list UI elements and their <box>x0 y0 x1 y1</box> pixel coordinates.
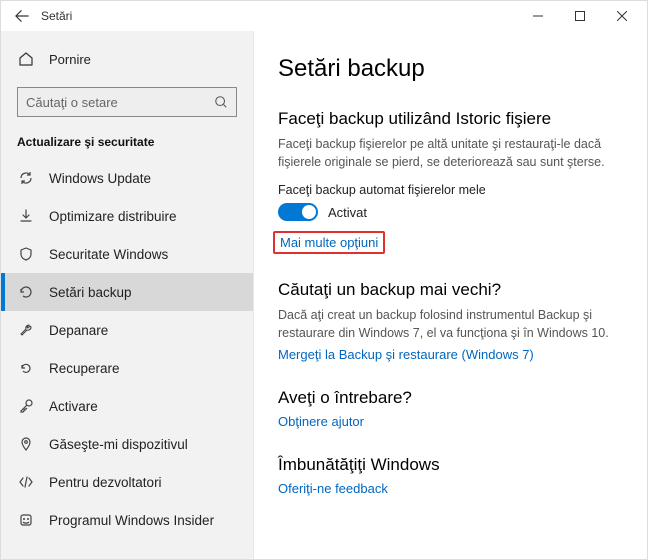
section-desc: Faceţi backup fişierelor pe altă unitate… <box>278 135 623 171</box>
section-file-history: Faceţi backup utilizând Istoric fişiere … <box>278 109 623 254</box>
close-icon <box>617 11 627 21</box>
sidebar-nav: Windows Update Optimizare distribuire Se… <box>1 159 253 539</box>
insider-icon <box>17 512 35 528</box>
home-icon <box>17 51 35 67</box>
sidebar-item-backup[interactable]: Setări backup <box>1 273 253 311</box>
sidebar-group-header: Actualizare şi securitate <box>1 131 253 159</box>
restore-icon <box>17 360 35 376</box>
get-help-link[interactable]: Obţinere ajutor <box>278 414 364 429</box>
sidebar-item-label: Programul Windows Insider <box>49 513 214 528</box>
backup-icon <box>17 284 35 300</box>
sidebar-home-label: Pornire <box>49 52 91 67</box>
back-button[interactable] <box>5 1 39 31</box>
sidebar-item-find-device[interactable]: Găseşte-mi dispozitivul <box>1 425 253 463</box>
download-icon <box>17 208 35 224</box>
sidebar-item-windows-security[interactable]: Securitate Windows <box>1 235 253 273</box>
maximize-button[interactable] <box>559 1 601 31</box>
backup-restore-link[interactable]: Mergeţi la Backup şi restaurare (Windows… <box>278 347 534 362</box>
code-icon <box>17 474 35 490</box>
sidebar-item-delivery-optimization[interactable]: Optimizare distribuire <box>1 197 253 235</box>
minimize-icon <box>533 11 543 21</box>
section-heading: Aveţi o întrebare? <box>278 388 623 408</box>
page-title: Setări backup <box>278 55 623 83</box>
section-desc: Dacă aţi creat un backup folosind instru… <box>278 306 623 342</box>
minimize-button[interactable] <box>517 1 559 31</box>
sidebar-home[interactable]: Pornire <box>1 39 253 79</box>
section-heading: Căutaţi un backup mai vechi? <box>278 280 623 300</box>
key-icon <box>17 398 35 414</box>
sidebar-item-label: Recuperare <box>49 361 120 376</box>
sidebar-item-label: Pentru dezvoltatori <box>49 475 162 490</box>
sidebar: Pornire Actualizare şi securitate Window… <box>1 31 254 559</box>
toggle-state-label: Activat <box>328 205 367 220</box>
auto-backup-toggle[interactable] <box>278 203 318 221</box>
section-heading: Faceţi backup utilizând Istoric fişiere <box>278 109 623 129</box>
search-icon <box>214 95 228 109</box>
close-button[interactable] <box>601 1 643 31</box>
sidebar-item-windows-update[interactable]: Windows Update <box>1 159 253 197</box>
section-older-backup: Căutaţi un backup mai vechi? Dacă aţi cr… <box>278 280 623 361</box>
maximize-icon <box>575 11 585 21</box>
sidebar-item-label: Setări backup <box>49 285 132 300</box>
window-title: Setări <box>41 9 517 23</box>
arrow-left-icon <box>15 9 29 23</box>
main-content: Setări backup Faceţi backup utilizând Is… <box>254 31 647 559</box>
location-icon <box>17 436 35 452</box>
toggle-caption: Faceţi backup automat fişierelor mele <box>278 183 623 197</box>
more-options-link[interactable]: Mai multe opţiuni <box>273 231 385 254</box>
sidebar-item-label: Depanare <box>49 323 108 338</box>
search-box[interactable] <box>17 87 237 117</box>
sidebar-item-insider[interactable]: Programul Windows Insider <box>1 501 253 539</box>
section-question: Aveţi o întrebare? Obţinere ajutor <box>278 388 623 429</box>
sidebar-item-developers[interactable]: Pentru dezvoltatori <box>1 463 253 501</box>
sidebar-item-label: Găseşte-mi dispozitivul <box>49 437 188 452</box>
feedback-link[interactable]: Oferiţi-ne feedback <box>278 481 388 496</box>
sidebar-item-label: Securitate Windows <box>49 247 168 262</box>
titlebar: Setări <box>1 1 647 31</box>
section-heading: Îmbunătăţiţi Windows <box>278 455 623 475</box>
sidebar-item-label: Activare <box>49 399 98 414</box>
sync-icon <box>17 170 35 186</box>
sidebar-item-label: Windows Update <box>49 171 151 186</box>
sidebar-item-activation[interactable]: Activare <box>1 387 253 425</box>
shield-icon <box>17 246 35 262</box>
sidebar-item-recovery[interactable]: Recuperare <box>1 349 253 387</box>
sidebar-item-label: Optimizare distribuire <box>49 209 177 224</box>
search-input[interactable] <box>26 95 214 110</box>
section-improve: Îmbunătăţiţi Windows Oferiţi-ne feedback <box>278 455 623 496</box>
wrench-icon <box>17 322 35 338</box>
sidebar-item-troubleshoot[interactable]: Depanare <box>1 311 253 349</box>
